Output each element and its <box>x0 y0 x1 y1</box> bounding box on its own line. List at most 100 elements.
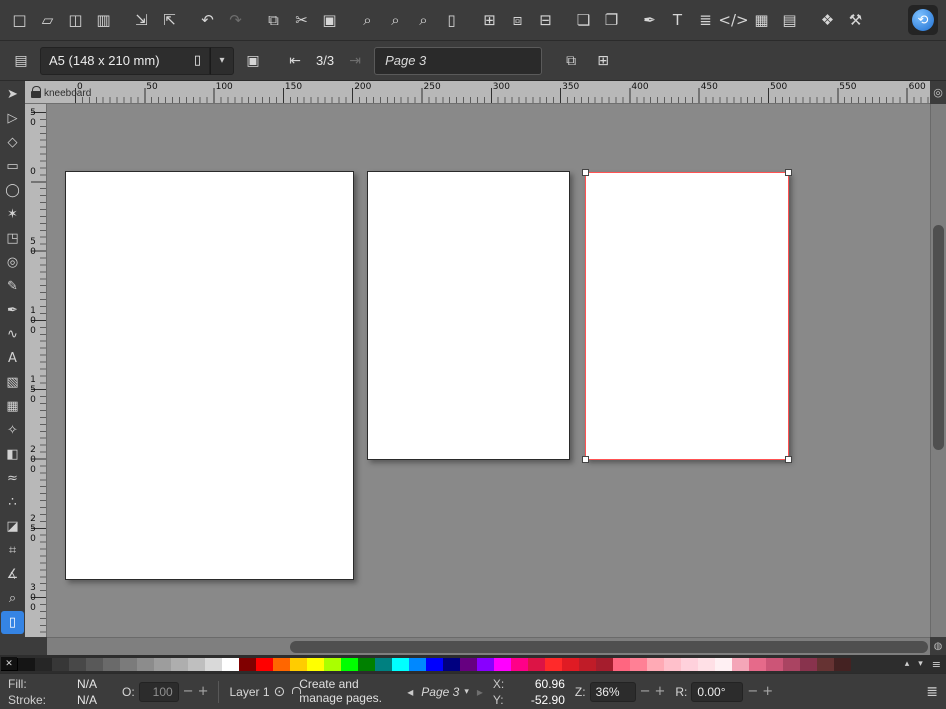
palette-swatch[interactable] <box>256 658 273 671</box>
layers-dialog-button[interactable]: ≣ <box>692 6 719 34</box>
opacity-increase-button[interactable]: + <box>198 684 209 699</box>
document-properties-button[interactable]: ❖ <box>814 6 841 34</box>
page-tool[interactable]: ▯ <box>1 611 24 634</box>
palette-swatch[interactable] <box>222 658 239 671</box>
palette-swatch[interactable] <box>460 658 477 671</box>
clone-button[interactable]: ⧈ <box>504 6 531 34</box>
palette-swatch[interactable] <box>154 658 171 671</box>
fill-stroke-indicator[interactable]: Fill: N/A Stroke: N/A <box>8 677 112 707</box>
palette-swatch[interactable] <box>35 658 52 671</box>
horizontal-scrollbar-thumb[interactable] <box>290 641 928 653</box>
import-button[interactable]: ⇲ <box>128 6 155 34</box>
palette-swatch[interactable] <box>239 658 256 671</box>
palette-swatch[interactable] <box>341 658 358 671</box>
export-button[interactable]: ⇱ <box>156 6 183 34</box>
move-objects-with-page-toggle[interactable]: ⧉ <box>558 48 584 74</box>
align-dialog-button[interactable]: ▦ <box>748 6 775 34</box>
palette-swatch[interactable] <box>307 658 324 671</box>
palette-swatch[interactable] <box>817 658 834 671</box>
fit-page-button[interactable]: ▣ <box>240 48 266 74</box>
zoom-decrease-button[interactable]: − <box>640 684 651 699</box>
palette-swatch[interactable] <box>205 658 222 671</box>
box-3d-tool[interactable]: ◳ <box>1 227 24 250</box>
palette-swatch[interactable] <box>528 658 545 671</box>
palette-swatch[interactable] <box>392 658 409 671</box>
page-label-input[interactable] <box>374 47 542 75</box>
page[interactable] <box>367 171 570 460</box>
text-tool[interactable]: A <box>1 347 24 370</box>
layer-visibility-toggle[interactable]: ⊙ <box>274 684 286 700</box>
open-document-button[interactable]: ▱ <box>34 6 61 34</box>
rotation-lock-button[interactable]: ◎ <box>930 81 946 104</box>
palette-swatch[interactable] <box>562 658 579 671</box>
rotation-increase-button[interactable]: + <box>762 684 773 699</box>
layer-name[interactable]: Layer 1 <box>229 685 269 699</box>
measure-tool[interactable]: ∡ <box>1 563 24 586</box>
page-toolbar-icon-button[interactable]: ▤ <box>8 48 34 74</box>
palette-swatch[interactable] <box>596 658 613 671</box>
vertical-scrollbar-thumb[interactable] <box>933 225 944 450</box>
palette-swatch[interactable] <box>103 658 120 671</box>
palette-swatch[interactable] <box>664 658 681 671</box>
vertical-ruler-labels[interactable]: -50050100150200250300 <box>25 104 47 637</box>
save-button[interactable]: ◫ <box>62 6 89 34</box>
palette-scroll-down-button[interactable]: ▾ <box>918 659 923 669</box>
zoom-page-button[interactable]: ⌕ <box>410 6 437 34</box>
page-resize-handle[interactable] <box>582 456 589 463</box>
ungroup-button[interactable]: ❐ <box>598 6 625 34</box>
horizontal-scrollbar[interactable] <box>47 637 930 655</box>
horizontal-ruler-labels[interactable]: 050100150200250300350400450500550600 <box>47 81 930 104</box>
spiral-tool[interactable]: ◎ <box>1 251 24 274</box>
new-document-button[interactable]: □ <box>6 6 33 34</box>
statusbar-next-page-button[interactable]: ▸ <box>477 685 483 699</box>
zoom-tool[interactable]: ⌕ <box>1 587 24 610</box>
palette-swatch[interactable] <box>324 658 341 671</box>
rotation-input[interactable] <box>691 682 743 702</box>
group-button[interactable]: ❏ <box>570 6 597 34</box>
pencil-tool[interactable]: ✎ <box>1 275 24 298</box>
palette-swatch[interactable] <box>409 658 426 671</box>
palette-swatch[interactable] <box>766 658 783 671</box>
node-tool[interactable]: ▷ <box>1 107 24 130</box>
palette-swatch[interactable] <box>545 658 562 671</box>
page-format-combo[interactable]: A5 (148 x 210 mm) ▯ <box>40 47 210 75</box>
cms-toggle-button[interactable]: ◍ <box>930 637 946 655</box>
palette-swatch[interactable] <box>443 658 460 671</box>
dropper-tool[interactable]: ✧ <box>1 419 24 442</box>
zoom-selection-button[interactable]: ⌕ <box>354 6 381 34</box>
page-resize-handle[interactable] <box>785 169 792 176</box>
page-format-dropdown-button[interactable]: ▾ <box>210 47 234 75</box>
unlink-clone-button[interactable]: ⊟ <box>532 6 559 34</box>
palette-swatch[interactable] <box>579 658 596 671</box>
star-tool[interactable]: ✶ <box>1 203 24 226</box>
print-button[interactable]: ▥ <box>90 6 117 34</box>
duplicate-page-button[interactable]: ⊞ <box>590 48 616 74</box>
palette-swatch[interactable] <box>86 658 103 671</box>
palette-swatch[interactable] <box>358 658 375 671</box>
palette-swatch[interactable] <box>613 658 630 671</box>
spray-tool[interactable]: ∴ <box>1 491 24 514</box>
palette-swatch[interactable] <box>290 658 307 671</box>
palette-swatch[interactable] <box>630 658 647 671</box>
next-page-button[interactable]: ⇥ <box>342 48 368 74</box>
fill-stroke-dialog-button[interactable]: ✒ <box>636 6 663 34</box>
zoom-input[interactable] <box>590 682 636 702</box>
palette-swatch[interactable] <box>494 658 511 671</box>
opacity-input[interactable] <box>139 682 179 702</box>
inkscape-dialog-badge[interactable]: ⟲ <box>908 5 938 35</box>
calligraphy-tool[interactable]: ∿ <box>1 323 24 346</box>
palette-swatch[interactable] <box>783 658 800 671</box>
palette-swatch[interactable] <box>698 658 715 671</box>
palette-swatch[interactable] <box>18 658 35 671</box>
palette-swatch[interactable] <box>137 658 154 671</box>
mesh-tool[interactable]: ▦ <box>1 395 24 418</box>
palette-swatch[interactable] <box>188 658 205 671</box>
zoom-center-page-button[interactable]: ▯ <box>438 6 465 34</box>
cut-button[interactable]: ✂ <box>288 6 315 34</box>
palette-swatch[interactable] <box>715 658 732 671</box>
text-dialog-button[interactable]: T <box>664 6 691 34</box>
vertical-scrollbar[interactable] <box>930 104 946 637</box>
palette-swatch[interactable] <box>511 658 528 671</box>
rectangle-tool[interactable]: ▭ <box>1 155 24 178</box>
eraser-tool[interactable]: ◪ <box>1 515 24 538</box>
